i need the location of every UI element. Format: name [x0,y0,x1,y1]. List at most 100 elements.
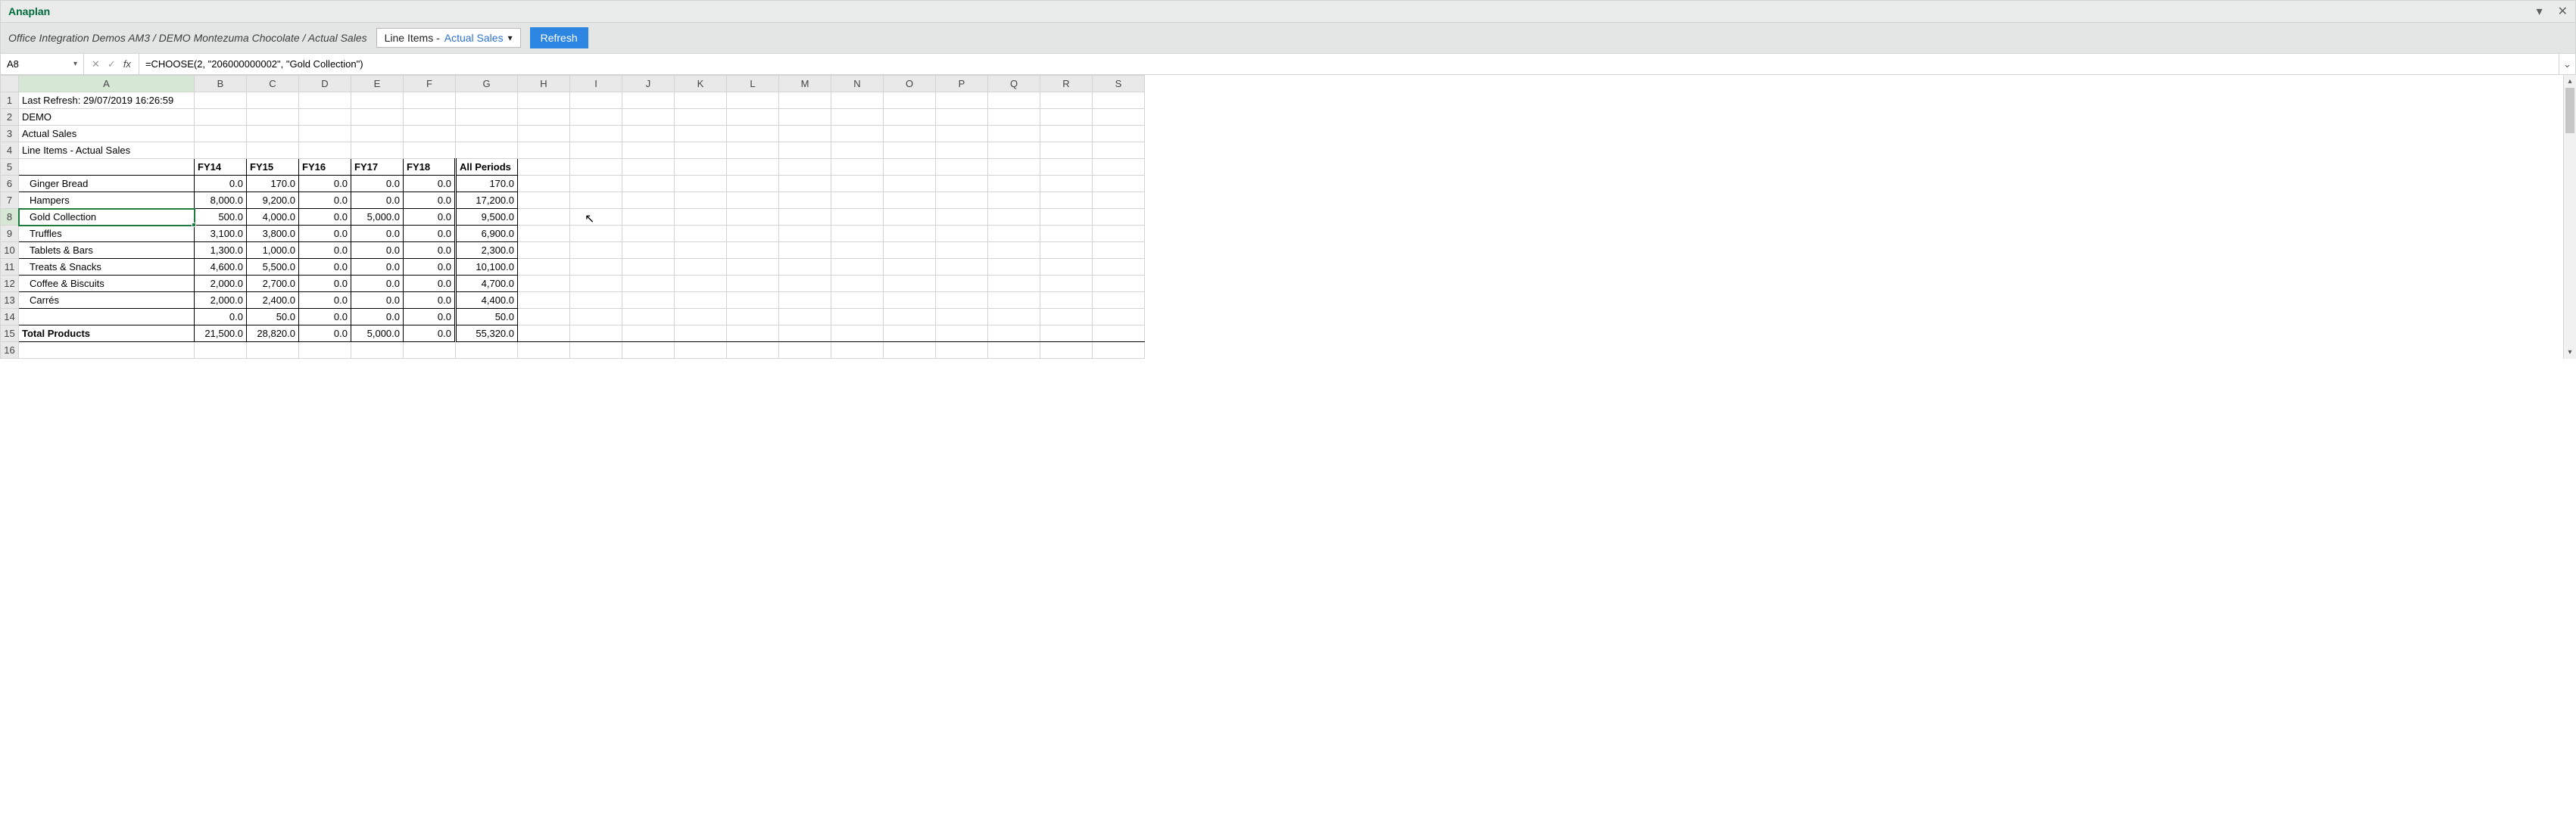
value-cell[interactable]: 170.0 [247,176,299,192]
value-cell[interactable]: 0.0 [299,309,351,325]
cell[interactable] [456,142,518,159]
cell[interactable] [622,92,675,109]
cell[interactable] [622,259,675,276]
cell[interactable] [675,209,727,226]
cell[interactable] [1093,276,1145,292]
cell[interactable] [675,142,727,159]
col-header-C[interactable]: C [247,76,299,92]
cell[interactable] [570,259,622,276]
cell[interactable] [1040,226,1093,242]
cell[interactable] [518,209,570,226]
cell[interactable] [988,92,1040,109]
value-cell[interactable]: 1,300.0 [195,242,247,259]
cell[interactable] [299,109,351,126]
row-header[interactable]: 2 [1,109,19,126]
cell[interactable] [831,176,884,192]
col-header-I[interactable]: I [570,76,622,92]
cell[interactable] [195,142,247,159]
cell[interactable] [1040,292,1093,309]
cell[interactable] [675,342,727,359]
value-cell[interactable]: 0.0 [299,192,351,209]
cell[interactable] [1040,176,1093,192]
total-value-cell[interactable]: 55,320.0 [456,325,518,342]
cell[interactable] [247,109,299,126]
cell[interactable] [779,92,831,109]
value-cell[interactable]: 0.0 [404,259,456,276]
cell[interactable] [988,309,1040,325]
period-header[interactable]: All Periods [456,159,518,176]
cell[interactable] [936,309,988,325]
cell[interactable] [1093,325,1145,342]
total-value-cell[interactable]: 28,820.0 [247,325,299,342]
cell[interactable] [518,92,570,109]
cell[interactable] [622,109,675,126]
cell[interactable] [831,142,884,159]
cell[interactable] [884,325,936,342]
cell[interactable] [1093,242,1145,259]
cell[interactable] [936,192,988,209]
cell[interactable] [622,292,675,309]
value-cell[interactable]: 0.0 [195,176,247,192]
cell[interactable] [675,292,727,309]
cell[interactable] [570,309,622,325]
cell[interactable] [675,325,727,342]
cell[interactable] [727,276,779,292]
cell[interactable] [247,126,299,142]
cell[interactable] [518,309,570,325]
value-cell[interactable]: 0.0 [404,292,456,309]
cell[interactable] [570,325,622,342]
value-cell[interactable]: 4,400.0 [456,292,518,309]
cell[interactable] [1093,209,1145,226]
col-header-D[interactable]: D [299,76,351,92]
period-header[interactable]: FY18 [404,159,456,176]
cell[interactable] [727,309,779,325]
cell[interactable] [884,92,936,109]
value-cell[interactable]: 0.0 [351,242,404,259]
cell[interactable] [456,126,518,142]
cell[interactable] [884,226,936,242]
cell[interactable] [988,109,1040,126]
cell[interactable] [675,92,727,109]
value-cell[interactable]: 0.0 [299,292,351,309]
cell[interactable] [936,242,988,259]
cell[interactable] [622,325,675,342]
col-header-Q[interactable]: Q [988,76,1040,92]
cell[interactable] [1093,159,1145,176]
cell[interactable] [727,109,779,126]
value-cell[interactable]: 9,500.0 [456,209,518,226]
cell[interactable] [884,209,936,226]
cell[interactable] [779,342,831,359]
product-label-cell[interactable]: Ginger Bread [19,176,195,192]
cell[interactable] [831,292,884,309]
cancel-formula-icon[interactable]: ✕ [92,58,100,70]
total-label-cell[interactable]: Total Products [19,325,195,342]
value-cell[interactable]: 0.0 [404,209,456,226]
meta-cell[interactable]: Last Refresh: 29/07/2019 16:26:59 [19,92,195,109]
cell[interactable] [1040,309,1093,325]
cell[interactable] [988,176,1040,192]
cell[interactable] [936,92,988,109]
cell[interactable] [570,159,622,176]
cell[interactable] [19,159,195,176]
cell[interactable] [831,342,884,359]
cell[interactable] [779,109,831,126]
cell[interactable] [884,309,936,325]
total-value-cell[interactable]: 0.0 [299,325,351,342]
value-cell[interactable]: 2,300.0 [456,242,518,259]
meta-cell[interactable]: DEMO [19,109,195,126]
cell[interactable] [675,276,727,292]
scroll-thumb[interactable] [2565,88,2574,133]
value-cell[interactable]: 17,200.0 [456,192,518,209]
cell[interactable] [988,142,1040,159]
cell[interactable] [884,342,936,359]
cell[interactable] [831,92,884,109]
cell[interactable] [1093,259,1145,276]
product-label-cell[interactable]: Treats & Snacks [19,259,195,276]
value-cell[interactable]: 500.0 [195,209,247,226]
cell[interactable] [622,192,675,209]
spreadsheet-grid[interactable]: A B C D E F G H I J K L M N O P Q [0,75,1145,359]
value-cell[interactable]: 2,400.0 [247,292,299,309]
col-header-A[interactable]: A [19,76,195,92]
cell[interactable] [779,209,831,226]
cell[interactable] [518,276,570,292]
